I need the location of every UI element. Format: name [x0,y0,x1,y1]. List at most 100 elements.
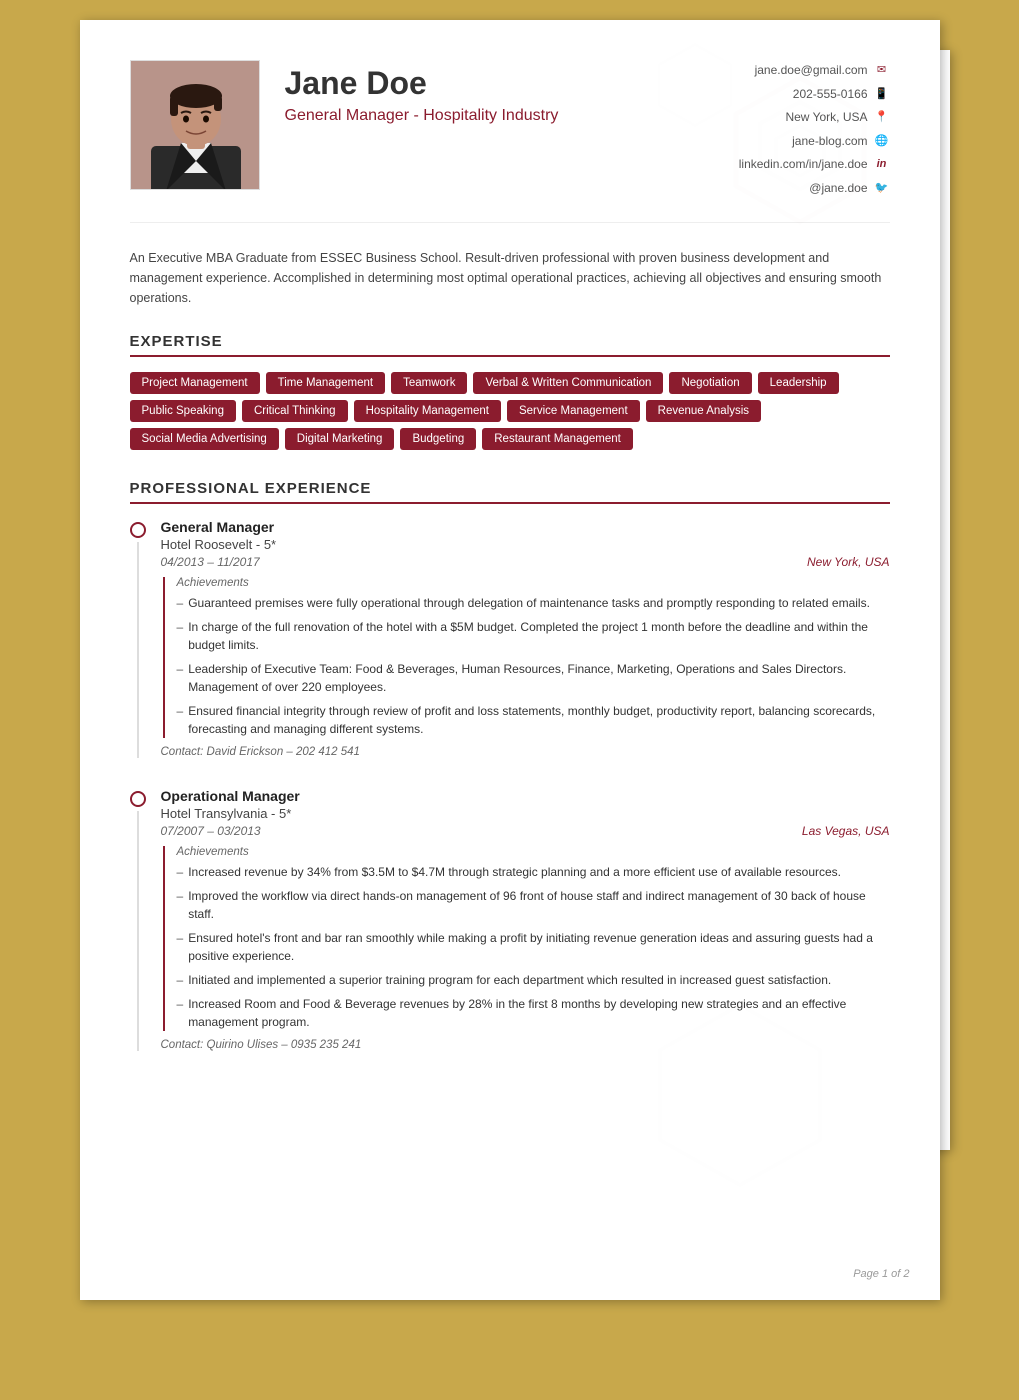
contact-twitter: @jane.doe 🐦 [739,178,890,200]
expertise-header: EXPERTISE [130,333,890,357]
job2-achievement-1: – Increased revenue by 34% from $3.5M to… [177,863,890,881]
job1-title: General Manager [161,519,890,535]
contact-website: jane-blog.com 🌐 [739,131,890,153]
skill-hospitality-management: Hospitality Management [354,400,501,422]
skill-revenue-analysis: Revenue Analysis [646,400,761,422]
job2-achievement-2-text: Improved the workflow via direct hands-o… [188,887,889,923]
job2-dates: 07/2007 – 03/2013 [161,824,261,838]
job2-dot-line [130,788,146,1051]
job-item-1: General Manager Hotel Roosevelt - 5* 04/… [130,519,890,758]
job2-achievement-5-text: Increased Room and Food & Beverage reven… [188,995,889,1031]
job1-achievement-2-text: In charge of the full renovation of the … [188,618,889,654]
job2-contact: Contact: Quirino Ulises – 0935 235 241 [161,1039,890,1051]
dash-icon: – [177,863,184,881]
avatar [130,60,260,190]
job1-achievement-4-text: Ensured financial integrity through revi… [188,702,889,738]
job1-achievement-3-text: Leadership of Executive Team: Food & Bev… [188,660,889,696]
job2-achievement-5: – Increased Room and Food & Beverage rev… [177,995,890,1031]
job-item-2: Operational Manager Hotel Transylvania -… [130,788,890,1051]
contact-email: jane.doe@gmail.com ✉ [739,60,890,82]
job2-achievements-label: Achievements [177,846,890,858]
dash-icon: – [177,995,184,1031]
location-text: New York, USA [785,107,867,129]
job2-achievement-4-text: Initiated and implemented a superior tra… [188,971,831,989]
job1-achievement-3: – Leadership of Executive Team: Food & B… [177,660,890,696]
job1-content: General Manager Hotel Roosevelt - 5* 04/… [161,519,890,758]
job1-achievement-1-text: Guaranteed premises were fully operation… [188,594,870,612]
experience-header: PROFESSIONAL EXPERIENCE [130,480,890,504]
job2-line [137,811,139,1051]
twitter-text: @jane.doe [809,178,867,200]
experience-section: PROFESSIONAL EXPERIENCE General Manager … [130,480,890,1051]
job1-dot-line [130,519,146,758]
job2-content: Operational Manager Hotel Transylvania -… [161,788,890,1051]
skill-leadership: Leadership [758,372,839,394]
skill-service-management: Service Management [507,400,640,422]
dash-icon: – [177,971,184,989]
job1-meta: 04/2013 – 11/2017 New York, USA [161,555,890,569]
dash-icon: – [177,618,184,654]
linkedin-text: linkedin.com/in/jane.doe [739,154,868,176]
skill-budgeting: Budgeting [400,428,476,450]
candidate-name: Jane Doe [285,65,719,102]
job2-achievement-3: – Ensured hotel's front and bar ran smoo… [177,929,890,965]
linkedin-icon: in [874,157,890,173]
website-text: jane-blog.com [792,131,867,153]
resume-header: Jane Doe General Manager - Hospitality I… [130,60,890,223]
dash-icon: – [177,594,184,612]
job1-location: New York, USA [807,555,889,569]
skill-negotiation: Negotiation [669,372,751,394]
job1-achievement-1: – Guaranteed premises were fully operati… [177,594,890,612]
job2-location: Las Vegas, USA [802,824,890,838]
summary-text: An Executive MBA Graduate from ESSEC Bus… [130,248,890,308]
website-icon: 🌐 [874,134,890,150]
contact-info: jane.doe@gmail.com ✉ 202-555-0166 📱 New … [739,60,890,202]
skill-time-management: Time Management [266,372,385,394]
candidate-title: General Manager - Hospitality Industry [285,107,719,125]
page1: Jane Doe General Manager - Hospitality I… [80,20,940,1300]
job1-achievements-label: Achievements [177,577,890,589]
twitter-icon: 🐦 [874,181,890,197]
job1-company: Hotel Roosevelt - 5* [161,537,890,552]
skill-project-management: Project Management [130,372,260,394]
email-icon: ✉ [874,63,890,79]
job1-achievement-4: – Ensured financial integrity through re… [177,702,890,738]
skill-verbal-communication: Verbal & Written Communication [473,372,663,394]
location-icon: 📍 [874,110,890,126]
phone-icon: 📱 [874,86,890,102]
expertise-section: EXPERTISE Project Management Time Manage… [130,333,890,450]
dash-icon: – [177,702,184,738]
job2-title: Operational Manager [161,788,890,804]
skill-social-media: Social Media Advertising [130,428,279,450]
contact-location: New York, USA 📍 [739,107,890,129]
skill-teamwork: Teamwork [391,372,467,394]
contact-phone: 202-555-0166 📱 [739,84,890,106]
dash-icon: – [177,660,184,696]
job2-achievement-2: – Improved the workflow via direct hands… [177,887,890,923]
skill-digital-marketing: Digital Marketing [285,428,395,450]
skill-critical-thinking: Critical Thinking [242,400,348,422]
job2-achievements: Achievements – Increased revenue by 34% … [163,846,890,1031]
page-stack: P R E C L P P C G R P C [80,20,940,1300]
job2-achievement-4: – Initiated and implemented a superior t… [177,971,890,989]
job1-contact: Contact: David Erickson – 202 412 541 [161,746,890,758]
name-title-block: Jane Doe General Manager - Hospitality I… [285,60,719,125]
job1-achievements: Achievements – Guaranteed premises were … [163,577,890,738]
skills-tags-container: Project Management Time Management Teamw… [130,372,890,450]
summary-section: An Executive MBA Graduate from ESSEC Bus… [130,248,890,308]
skill-restaurant-management: Restaurant Management [482,428,633,450]
job1-achievement-2: – In charge of the full renovation of th… [177,618,890,654]
email-text: jane.doe@gmail.com [755,60,868,82]
job2-company: Hotel Transylvania - 5* [161,806,890,821]
job2-dot [130,791,146,807]
skill-public-speaking: Public Speaking [130,400,236,422]
job2-achievement-1-text: Increased revenue by 34% from $3.5M to $… [188,863,841,881]
job1-line [137,542,139,758]
contact-linkedin: linkedin.com/in/jane.doe in [739,154,890,176]
job1-dot [130,522,146,538]
dash-icon: – [177,929,184,965]
page1-indicator: Page 1 of 2 [853,1268,909,1280]
dash-icon: – [177,887,184,923]
job1-dates: 04/2013 – 11/2017 [161,555,260,569]
job2-achievement-3-text: Ensured hotel's front and bar ran smooth… [188,929,889,965]
